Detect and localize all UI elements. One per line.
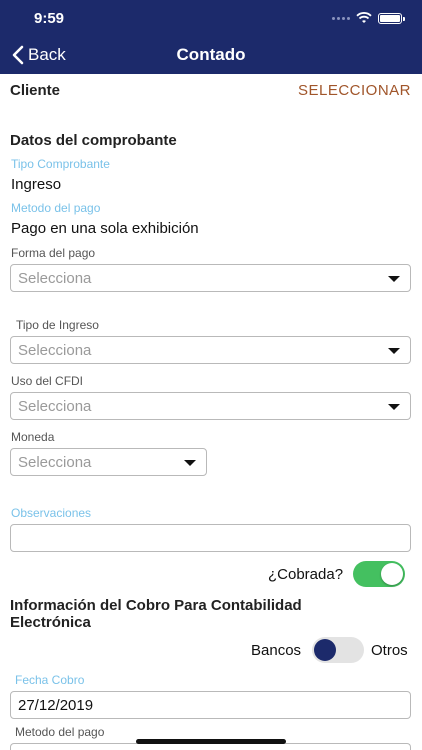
- tipo-comprobante-label: Tipo Comprobante: [11, 157, 110, 171]
- forma-pago-select[interactable]: Selecciona: [10, 264, 411, 292]
- uso-cfdi-placeholder: Selecciona: [18, 398, 92, 415]
- moneda-select[interactable]: Selecciona: [10, 448, 207, 476]
- forma-pago-placeholder: Selecciona: [18, 270, 92, 287]
- metodo-pago-value: Pago en una sola exhibición: [11, 220, 199, 237]
- cliente-label: Cliente: [10, 82, 61, 99]
- moneda-label: Moneda: [11, 430, 55, 444]
- battery-icon: [378, 12, 405, 24]
- toggle-knob: [314, 639, 336, 661]
- navigation-bar: Back Contado: [0, 36, 422, 74]
- dropdown-caret-icon: [184, 460, 196, 466]
- observaciones-input[interactable]: [10, 524, 411, 552]
- tipo-ingreso-label: Tipo de Ingreso: [16, 318, 99, 332]
- otros-option-label: Otros: [371, 642, 408, 659]
- status-time: 9:59: [34, 10, 65, 27]
- tipo-ingreso-placeholder: Selecciona: [18, 342, 92, 359]
- cobrada-toggle[interactable]: [353, 561, 405, 587]
- status-icons: [332, 12, 405, 24]
- tipo-ingreso-select[interactable]: Selecciona: [10, 336, 411, 364]
- fecha-cobro-value: 27/12/2019: [18, 697, 94, 714]
- moneda-placeholder: Selecciona: [18, 454, 92, 471]
- uso-cfdi-select[interactable]: Selecciona: [10, 392, 411, 420]
- observaciones-label: Observaciones: [11, 506, 92, 520]
- bancos-option-label: Bancos: [251, 642, 302, 659]
- fecha-cobro-input[interactable]: 27/12/2019: [10, 691, 411, 719]
- metodo-pago-label: Metodo del pago: [11, 201, 101, 215]
- cobro-heading-line2: Electrónica: [10, 614, 91, 631]
- page-title: Contado: [176, 45, 246, 64]
- bancos-otros-toggle[interactable]: [312, 637, 364, 663]
- forma-pago-label: Forma del pago: [11, 246, 96, 260]
- dropdown-caret-icon: [388, 404, 400, 410]
- cobro-heading-line1: Información del Cobro Para Contabilidad: [10, 597, 302, 614]
- cobrada-label: ¿Cobrada?: [268, 566, 344, 583]
- home-indicator: [136, 739, 286, 744]
- seleccionar-cliente-button[interactable]: SELECCIONAR: [298, 82, 411, 99]
- toggle-knob: [381, 563, 403, 585]
- comprobante-heading: Datos del comprobante: [10, 132, 177, 149]
- cobro-metodo-pago-field[interactable]: [10, 743, 411, 750]
- signal-icon: [332, 16, 350, 20]
- status-bar: 9:59: [0, 0, 422, 36]
- dropdown-caret-icon: [388, 348, 400, 354]
- wifi-icon: [356, 12, 372, 23]
- cobro-metodo-pago-label: Metodo del pago: [15, 725, 105, 739]
- fecha-cobro-label: Fecha Cobro: [15, 673, 85, 687]
- dropdown-caret-icon: [388, 276, 400, 282]
- uso-cfdi-label: Uso del CFDI: [11, 374, 84, 388]
- tipo-comprobante-value: Ingreso: [11, 176, 62, 193]
